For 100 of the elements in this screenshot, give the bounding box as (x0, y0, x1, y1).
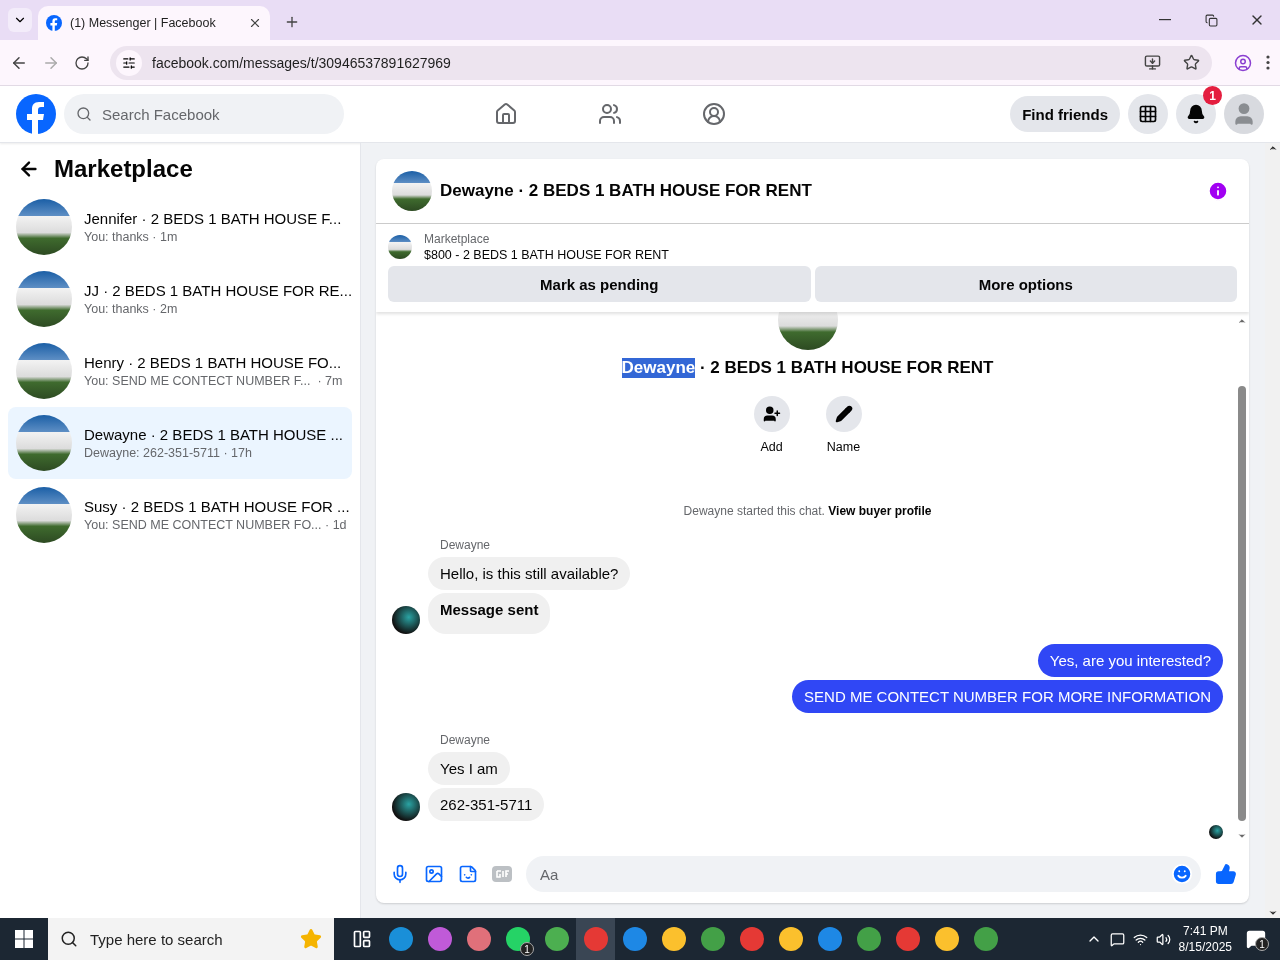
listing-action-button[interactable]: Mark as pending (388, 266, 811, 302)
app-icon (544, 927, 569, 951)
search-icon (60, 930, 78, 948)
people-icon (598, 102, 622, 126)
windows-start-icon (15, 930, 33, 948)
app-icon (856, 927, 881, 951)
notification-center-button[interactable]: 1 (1240, 923, 1272, 955)
task-view-icon (351, 929, 372, 949)
conversation-item[interactable]: JJ · 2 BEDS 1 BATH HOUSE FOR RE... You: thanks · 2m (8, 263, 352, 335)
bell-icon (1186, 104, 1206, 124)
sent-message: Yes, are you interested? (1037, 644, 1223, 677)
profile-button[interactable] (1234, 53, 1252, 72)
microphone-icon (390, 864, 410, 884)
app-icon (739, 927, 764, 951)
clock-date: 8/15/2025 (1178, 939, 1232, 955)
conversation-title: Jennifer · 2 BEDS 1 BATH HOUSE F... (84, 210, 342, 227)
clock-time: 7:41 PM (1182, 923, 1228, 939)
conversation-title: Henry · 2 BEDS 1 BATH HOUSE FO... (84, 354, 343, 371)
menu-grid-button[interactable] (1128, 94, 1168, 134)
avatar-placeholder (392, 606, 420, 634)
new-tab-button[interactable] (284, 14, 300, 30)
photo-placeholder (16, 487, 72, 543)
tab-search-button[interactable] (8, 8, 32, 32)
network-icon[interactable] (1132, 931, 1148, 947)
conversation-item[interactable]: Susy · 2 BEDS 1 BATH HOUSE FOR ... You: SEND ME CONTECT NUMBER FO... · 1d (8, 479, 352, 551)
home-icon (494, 102, 518, 126)
address-bar[interactable]: facebook.com/messages/t/30946537891627969 (110, 45, 1212, 80)
photo-placeholder (16, 343, 72, 399)
search-input[interactable]: Search Facebook (100, 104, 320, 124)
taskbar-search-field[interactable]: Type here to search (48, 918, 334, 960)
received-message: Hello, is this still available? (428, 557, 631, 590)
microphone-button[interactable] (390, 864, 410, 884)
facebook-logo[interactable] (16, 94, 56, 134)
reload-button[interactable] (74, 54, 90, 71)
sliders-icon (122, 55, 136, 70)
buyer-profile-link[interactable]: View buyer profile (828, 504, 932, 518)
app-icon (427, 927, 452, 951)
friends-button[interactable] (598, 102, 622, 126)
info-icon (1207, 180, 1229, 202)
app-icon (583, 927, 608, 951)
info-button[interactable] (1207, 180, 1229, 202)
listing-action-button[interactable]: More options (814, 266, 1237, 302)
scrollbar-thumb[interactable] (1238, 386, 1246, 821)
site-settings-button[interactable] (116, 49, 142, 76)
action-label: Add (760, 440, 783, 454)
app-icon (466, 927, 491, 951)
chat-start-notice: Dewayne started this chat. View buyer profile (683, 504, 932, 518)
scroll-up-icon[interactable] (1237, 316, 1247, 326)
sender-name: Dewayne (440, 538, 491, 552)
notification-badge: 1 (1203, 86, 1222, 105)
volume-icon[interactable] (1155, 931, 1171, 947)
menu-button[interactable] (1266, 55, 1270, 70)
received-message: Yes I am (428, 752, 510, 785)
taskbar-app-button[interactable]: 1 (498, 918, 537, 960)
conversation-preview: Dewayne: 262-351-5711 · 17h (84, 446, 253, 460)
conversation-item[interactable]: Henry · 2 BEDS 1 BATH HOUSE FO... You: SEND ME CONTECT NUMBER F... · 7m (8, 335, 352, 407)
taskbar-clock[interactable]: 7:41 PM 8/15/2025 (1178, 923, 1232, 955)
install-app-button[interactable] (1144, 54, 1161, 71)
browser-tab[interactable]: (1) Messenger | Facebook (38, 6, 270, 40)
minimize-icon (1159, 19, 1171, 21)
conversation-preview: You: SEND ME CONTECT NUMBER FO... · 1d (84, 518, 348, 532)
bookmark-star-button[interactable] (1183, 54, 1200, 71)
reload-icon (74, 54, 90, 71)
photo-placeholder (16, 415, 72, 471)
photo-placeholder (392, 171, 432, 211)
app-icon (388, 927, 413, 951)
app-icon (895, 927, 920, 951)
home-button[interactable] (494, 102, 518, 126)
conversation-preview: You: thanks · 2m (84, 302, 179, 316)
star-icon (1183, 54, 1200, 71)
add-button[interactable] (753, 396, 790, 432)
search-field[interactable]: Search Facebook (64, 94, 344, 134)
scroll-down-icon[interactable] (1237, 831, 1247, 841)
facebook-favicon (46, 15, 62, 31)
page-scroll-up-icon[interactable] (1267, 143, 1278, 153)
find-friends-button[interactable]: Find friends (1010, 96, 1120, 132)
name-button[interactable] (825, 396, 862, 432)
groups-button[interactable] (702, 102, 726, 126)
message-field[interactable]: Aa (526, 856, 1201, 892)
grid-icon (1138, 104, 1158, 124)
intro-title: Dewayne · 2 BEDS 1 BATH HOUSE FOR RENT (621, 358, 994, 378)
message-input[interactable]: Aa (538, 864, 1171, 884)
profile-icon (1234, 53, 1252, 72)
account-avatar[interactable] (1224, 94, 1264, 134)
avatar-placeholder (392, 793, 420, 821)
app-icon (973, 927, 998, 951)
close-tab-button[interactable] (248, 16, 262, 30)
url-text: facebook.com/messages/t/30946537891627969 (152, 54, 452, 71)
emoji-icon[interactable] (1171, 863, 1193, 885)
action-label: Name (826, 440, 861, 454)
app-badge: 1 (520, 942, 534, 956)
taskbar-search-input[interactable]: Type here to search (88, 929, 290, 949)
page-scroll-down-icon[interactable] (1267, 908, 1278, 918)
photo-placeholder (16, 199, 72, 255)
conversation-item[interactable]: Jennifer · 2 BEDS 1 BATH HOUSE F... You: thanks · 1m (8, 191, 352, 263)
sticker-button[interactable] (458, 864, 478, 884)
conversation-item[interactable]: Dewayne · 2 BEDS 1 BATH HOUSE ... Dewayne: 262-351-5711 · 17h (8, 407, 352, 479)
tab-title: (1) Messenger | Facebook (70, 16, 217, 30)
like-button[interactable] (1215, 863, 1237, 885)
photo-button[interactable] (424, 864, 444, 884)
